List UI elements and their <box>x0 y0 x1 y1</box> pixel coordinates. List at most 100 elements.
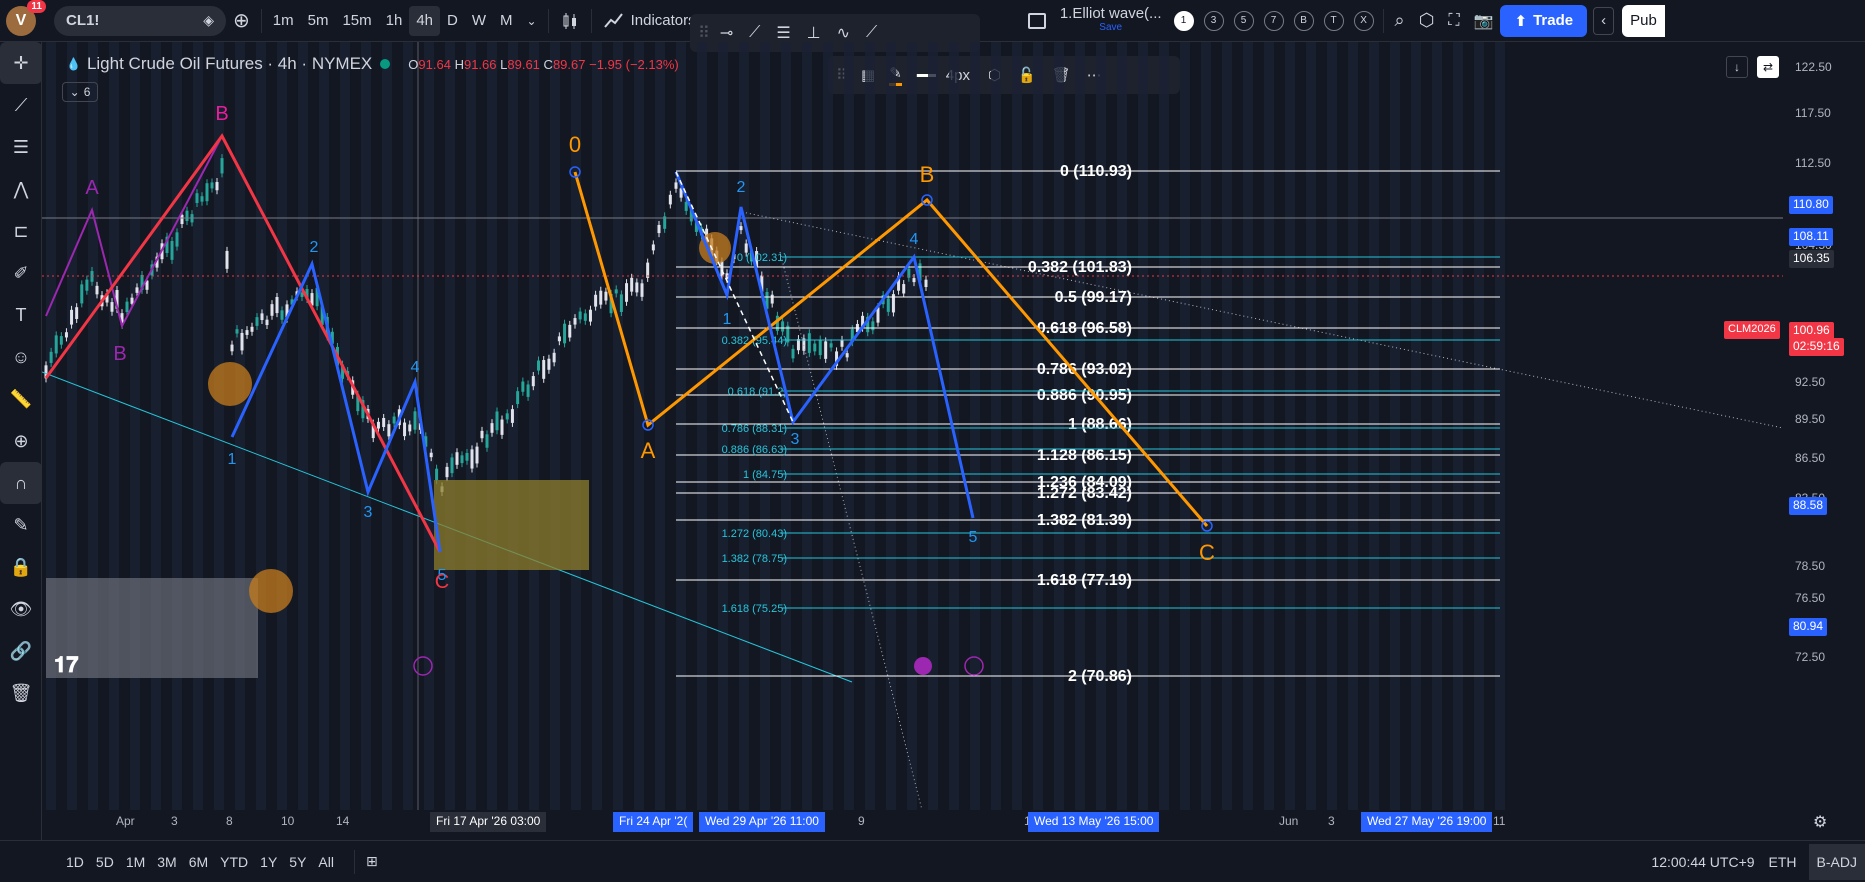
range-button-1m[interactable]: 1M <box>120 847 151 877</box>
path-icon[interactable]: ⟋ <box>866 24 877 42</box>
lock-all-icon[interactable]: 🔒 <box>0 546 42 588</box>
zoom-in-icon[interactable]: ⊕ <box>0 420 42 462</box>
wave-number-5[interactable]: 5 <box>1233 10 1254 31</box>
session-band <box>676 42 686 810</box>
wave-number-1[interactable]: 1 <box>1173 10 1194 31</box>
session-text[interactable]: ETH <box>1769 854 1797 870</box>
crosshair-icon[interactable]: ✛ <box>0 42 42 84</box>
range-button-5y[interactable]: 5Y <box>283 847 312 877</box>
candle-body <box>818 339 822 356</box>
wave-number-7[interactable]: 7 <box>1263 10 1284 31</box>
fib-tool-icon[interactable]: ☰ <box>0 126 42 168</box>
pattern-tool-icon[interactable]: ⋀ <box>0 168 42 210</box>
forecast-tool-icon[interactable]: ⊏ <box>0 210 42 252</box>
horizontal-ray-icon[interactable]: ⊸ <box>720 23 733 43</box>
magnet-icon[interactable]: ∩ <box>0 462 42 504</box>
brush-tool-icon[interactable]: ✐ <box>0 252 42 294</box>
fib-small-label: 0 (102.31) <box>737 252 787 264</box>
session-band <box>1285 42 1295 810</box>
timeframe-d[interactable]: D <box>440 6 465 36</box>
chevron-down-icon[interactable]: ⌄ <box>520 6 544 36</box>
candle-body <box>135 287 139 293</box>
range-button-3m[interactable]: 3M <box>151 847 182 877</box>
link-icon[interactable]: 🔗 <box>0 630 42 672</box>
range-button-5d[interactable]: 5D <box>90 847 120 877</box>
time-axis[interactable]: Apr38101422579192123Jun35911 <box>42 810 1783 840</box>
publish-button[interactable]: Pub <box>1622 4 1665 37</box>
trash-icon[interactable]: 🗑 <box>0 672 42 714</box>
time-tick: 3 <box>1328 814 1335 828</box>
goto-date-icon[interactable]: ⊞ <box>359 847 385 877</box>
settings-hex-icon[interactable]: ⬡ <box>1412 6 1442 36</box>
session-band <box>802 42 812 810</box>
timeframe-4h[interactable]: 4h <box>409 5 441 36</box>
timeframe-1h[interactable]: 1h <box>379 6 410 36</box>
diamond-icon[interactable]: ◈ <box>203 12 214 29</box>
indicators-button[interactable]: Indicators <box>596 6 703 36</box>
layout-square-icon[interactable] <box>1021 6 1053 36</box>
session-band <box>529 42 539 810</box>
timeframe-1m[interactable]: 1m <box>266 6 301 36</box>
legend-title[interactable]: Light Crude Oil Futures · 4h · NYMEX <box>87 54 372 74</box>
fib-level-label: 0 (110.93) <box>1060 163 1132 180</box>
candle-body <box>542 360 546 379</box>
text-tool-icon[interactable]: T <box>0 294 42 336</box>
stay-drawing-icon[interactable]: ✎ <box>0 504 42 546</box>
range-button-6m[interactable]: 6M <box>183 847 214 877</box>
compare-plus-icon[interactable]: ⊕ <box>226 6 257 36</box>
candle-body <box>387 424 391 437</box>
fib-level-label: 0.382 (101.83) <box>1028 259 1132 276</box>
wave-number-3[interactable]: 3 <box>1203 10 1224 31</box>
timeframe-w[interactable]: W <box>465 6 493 36</box>
ruler-icon[interactable]: 📏 <box>0 378 42 420</box>
layout-name-button[interactable]: 1.Elliot wave(... Save <box>1053 6 1169 36</box>
range-button-ytd[interactable]: YTD <box>214 847 254 877</box>
chart-canvas[interactable]: 0 (110.93) 0.382 (101.83) 0.5 (99.17) 0.618… <box>42 42 1783 810</box>
candles-icon[interactable] <box>553 6 587 36</box>
symbol-search[interactable]: CL1! ◈ <box>54 5 226 36</box>
candle-body <box>619 294 623 313</box>
trend-line-icon[interactable]: ⟋ <box>749 24 760 42</box>
range-button-1d[interactable]: 1D <box>60 847 90 877</box>
axis-settings-icon[interactable]: ⚙ <box>1813 812 1827 832</box>
zoom-search-icon[interactable]: ⌕ <box>1388 6 1412 36</box>
camera-icon[interactable]: 📷 <box>1467 6 1501 36</box>
price-axis[interactable]: 122.50117.50112.50104.5096.5092.5089.508… <box>1783 42 1865 810</box>
event-marker-icon[interactable] <box>914 657 932 675</box>
symbol-text: CL1! <box>66 12 100 29</box>
wave-letter-t[interactable]: T <box>1323 10 1344 31</box>
divider <box>1382 8 1384 33</box>
indicator-toggle[interactable]: ⌄ 6 <box>62 82 98 102</box>
hide-all-icon[interactable]: 👁 <box>0 588 42 630</box>
auto-scale-icon[interactable]: ⇄ <box>1757 56 1779 78</box>
fib-small-label: 1.382 (78.75) <box>722 553 787 565</box>
candle-body <box>470 449 474 469</box>
wave-label-1-left: 1 <box>228 451 237 468</box>
drag-handle-icon[interactable]: ⠿ <box>698 23 710 43</box>
trade-button[interactable]: ⬆ Trade <box>1500 4 1588 37</box>
trend-line-tool-icon[interactable]: ⟋ <box>0 84 42 126</box>
scroll-down-icon[interactable]: ↓ <box>1726 56 1748 78</box>
range-button-1y[interactable]: 1Y <box>254 847 283 877</box>
emoji-tool-icon[interactable]: ☺ <box>0 336 42 378</box>
timeframe-5m[interactable]: 5m <box>301 6 336 36</box>
session-band <box>1033 42 1043 810</box>
vertical-line-icon[interactable]: ⊥ <box>807 23 821 43</box>
adjust-button[interactable]: B-ADJ <box>1808 843 1865 880</box>
curve-icon[interactable]: ∿ <box>837 23 850 43</box>
range-button-all[interactable]: All <box>312 847 340 877</box>
user-avatar[interactable]: V 11 <box>6 0 46 36</box>
parallel-channel-icon[interactable]: ☰ <box>776 23 790 43</box>
timeframe-m[interactable]: M <box>493 6 520 36</box>
price-tick: 86.50 <box>1795 451 1826 465</box>
candle-body <box>240 332 244 351</box>
more-chevron-icon[interactable]: ‹ <box>1593 6 1615 35</box>
wave-letter-x[interactable]: X <box>1353 10 1374 31</box>
candle-body <box>245 330 249 335</box>
price-label-110-80: 110.80 <box>1789 196 1833 214</box>
wave-letter-b[interactable]: B <box>1293 10 1314 31</box>
fullscreen-icon[interactable]: ⛶ <box>1441 6 1466 36</box>
clock-text[interactable]: 12:00:44 UTC+9 <box>1651 854 1754 870</box>
candle-body <box>813 343 817 352</box>
timeframe-15m[interactable]: 15m <box>335 6 378 36</box>
